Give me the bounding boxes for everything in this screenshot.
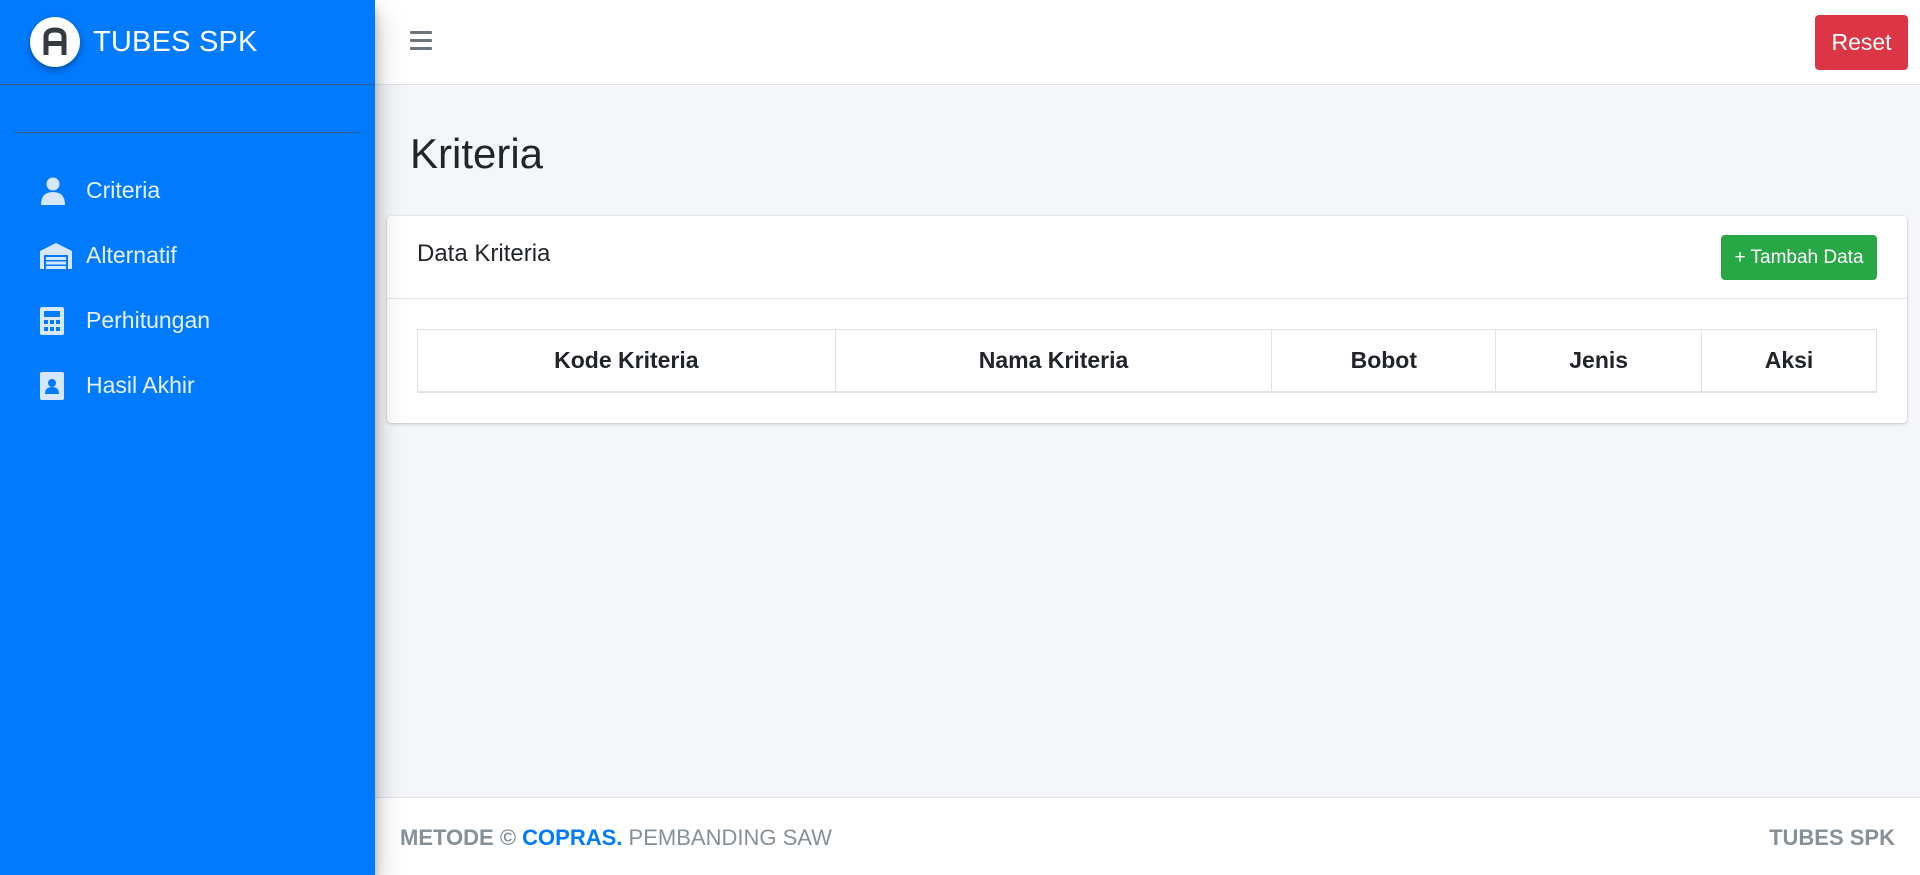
column-header-aksi[interactable]: Aksi [1701, 329, 1877, 393]
footer-app-name: TUBES SPK [1769, 825, 1895, 850]
sidebar-item-criteria[interactable]: Criteria [0, 158, 375, 223]
footer-suffix: PEMBANDING SAW [628, 825, 832, 850]
brand-link[interactable]: TUBES SPK [0, 0, 375, 85]
brand-title: TUBES SPK [93, 25, 258, 58]
calculator-icon [40, 306, 72, 335]
add-data-button[interactable]: + Tambah Data [1721, 235, 1877, 280]
letter-a-logo-icon [30, 17, 80, 67]
column-header-kode[interactable]: Kode Kriteria [417, 329, 836, 393]
column-header-jenis[interactable]: Jenis [1495, 329, 1703, 393]
column-header-nama[interactable]: Nama Kriteria [834, 329, 1273, 393]
warehouse-icon [40, 242, 72, 270]
sidebar-item-perhitungan[interactable]: Perhitungan [0, 288, 375, 353]
sidebar-divider [14, 132, 361, 133]
sidebar-item-label: Alternatif [86, 242, 177, 268]
topbar: Reset [375, 0, 1920, 85]
hamburger-icon[interactable] [410, 31, 432, 51]
sidebar: TUBES SPK Criteria Alternatif Perhitunga… [0, 0, 375, 875]
sidebar-item-label: Perhitungan [86, 307, 211, 333]
sidebar-nav: Criteria Alternatif Perhitungan Hasil Ak… [0, 158, 375, 418]
reset-button[interactable]: Reset [1815, 15, 1908, 70]
data-kriteria-card: Data Kriteria + Tambah Data Kode Kriteri… [387, 216, 1907, 423]
page-title: Kriteria [410, 130, 544, 177]
footer: METODE © COPRAS. PEMBANDING SAW TUBES SP… [375, 797, 1920, 875]
footer-prefix: METODE © [400, 825, 517, 850]
sidebar-item-alternatif[interactable]: Alternatif [0, 223, 375, 288]
user-icon [40, 177, 72, 205]
column-header-bobot[interactable]: Bobot [1271, 329, 1497, 393]
footer-accent-link[interactable]: COPRAS. [522, 825, 622, 850]
sidebar-item-hasil-akhir[interactable]: Hasil Akhir [0, 353, 375, 418]
footer-credit: METODE © COPRAS. PEMBANDING SAW [400, 825, 832, 851]
sidebar-item-label: Criteria [86, 177, 161, 203]
card-header: Data Kriteria + Tambah Data [387, 216, 1907, 299]
id-badge-icon [40, 371, 72, 400]
sidebar-item-label: Hasil Akhir [86, 372, 195, 398]
criteria-table: Kode Kriteria Nama Kriteria Bobot Jenis … [417, 329, 1877, 393]
table-header-row: Kode Kriteria Nama Kriteria Bobot Jenis … [417, 329, 1877, 393]
card-title: Data Kriteria [417, 240, 551, 267]
